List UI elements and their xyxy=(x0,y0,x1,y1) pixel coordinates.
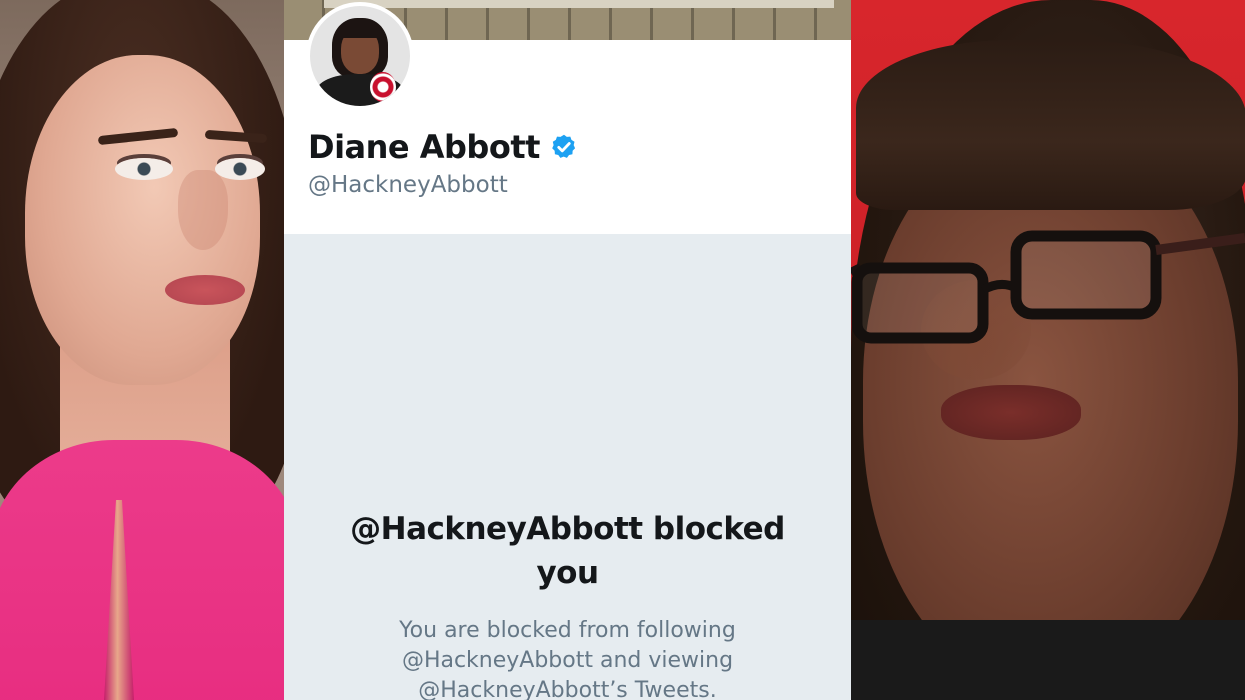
profile-avatar[interactable] xyxy=(306,2,414,110)
blocked-message: You are blocked from following @HackneyA… xyxy=(399,618,736,700)
verified-badge-icon xyxy=(550,133,578,161)
blocked-heading: @HackneyAbbott blocked you xyxy=(350,511,785,591)
left-portrait-photo xyxy=(0,0,284,700)
profile-handle: @HackneyAbbott xyxy=(308,172,508,198)
twitter-profile-screenshot: Diane Abbott @HackneyAbbott @HackneyAbbo… xyxy=(284,0,851,700)
profile-card: Diane Abbott @HackneyAbbott xyxy=(284,2,851,234)
rose-badge-icon xyxy=(370,72,396,102)
right-portrait-photo xyxy=(851,0,1245,700)
profile-name-row: Diane Abbott xyxy=(308,128,578,166)
glasses-icon xyxy=(851,230,1245,344)
profile-display-name: Diane Abbott xyxy=(308,128,540,166)
